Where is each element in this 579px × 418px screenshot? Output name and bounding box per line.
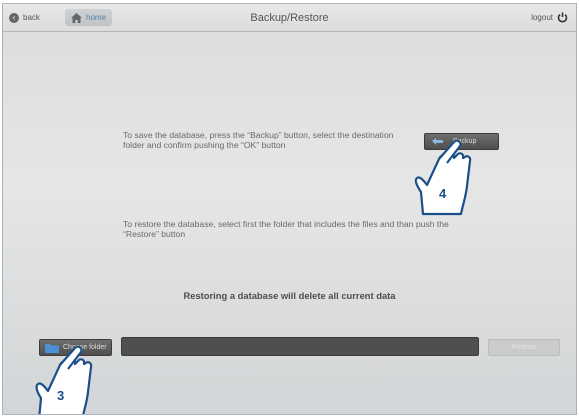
logout-label: logout [531, 13, 553, 22]
step-3-number: 3 [57, 388, 64, 403]
power-icon [557, 12, 568, 23]
tap-hand-callout-4: 4 [414, 139, 472, 216]
logout-button[interactable]: logout [531, 9, 568, 26]
step-4-number: 4 [439, 186, 447, 201]
tap-hand-callout-3: 3 [35, 345, 93, 414]
folder-path-field[interactable] [121, 337, 479, 356]
app-screen: ‹ back home Backup/Restore logout To sav… [2, 3, 577, 415]
warning-text: Restoring a database will delete all cur… [183, 290, 396, 301]
restore-instructions: To restore the database, select first th… [123, 219, 449, 239]
top-bar: ‹ back home Backup/Restore logout [3, 4, 576, 32]
backup-instructions: To save the database, press the “Backup”… [123, 130, 394, 150]
page-title: Backup/Restore [250, 12, 329, 24]
restore-button[interactable]: Restore [488, 339, 560, 356]
